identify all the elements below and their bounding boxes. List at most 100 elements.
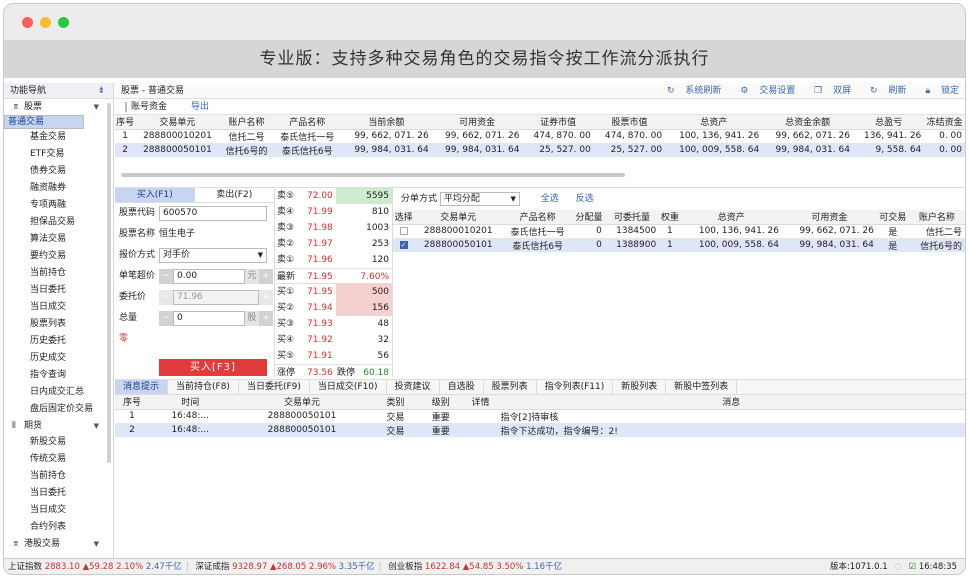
sidebar-item[interactable]: 日内成交汇总	[4, 384, 113, 401]
invert-select-button[interactable]: 反选	[576, 194, 594, 204]
column-header[interactable]: 消息	[497, 395, 965, 410]
single-minus-button[interactable]: −	[159, 269, 173, 284]
column-header[interactable]: 总资产	[680, 210, 783, 225]
sidebar-item[interactable]: 当日成交	[4, 502, 113, 519]
table-row[interactable]: 1 16:48:... 288800050101 交易 重要 指令[2]待审核	[115, 409, 965, 423]
minimize-window-button[interactable]	[40, 17, 51, 28]
sidebar-item[interactable]: 债券交易	[4, 163, 113, 180]
quote-mode-select[interactable]: 对手价 ▼	[159, 248, 267, 263]
select-all-button[interactable]: 全选	[541, 194, 559, 204]
pin-icon[interactable]: ⇟	[97, 83, 105, 99]
tab-bottom[interactable]: 自选股	[440, 380, 484, 394]
row-checkbox[interactable]	[399, 226, 408, 235]
column-header[interactable]: 可交易	[876, 210, 909, 225]
column-header[interactable]: 权重	[659, 210, 681, 225]
column-header[interactable]: 序号	[115, 395, 150, 410]
tab-bottom[interactable]: 当日成交(F10)	[310, 380, 387, 394]
column-header[interactable]: 可用资金	[431, 115, 523, 130]
tab-bottom[interactable]: 新股列表	[613, 380, 667, 394]
settings-button[interactable]: ⚙ 交易设置	[732, 86, 795, 96]
column-header[interactable]: 交易单元	[231, 395, 373, 410]
column-header[interactable]: 详情	[463, 395, 498, 410]
nav-group-stock[interactable]: ⌆ 股票 ▼	[4, 99, 113, 115]
dual-screen-button[interactable]: ❐ 双屏	[806, 86, 851, 96]
sidebar-item[interactable]: 基金交易	[4, 129, 113, 146]
account-table-scrollbar[interactable]	[121, 173, 625, 177]
tab-bottom[interactable]: 消息提示	[115, 380, 169, 394]
column-header[interactable]: 账户名称	[219, 115, 274, 130]
column-header[interactable]: 产品名称	[502, 210, 574, 225]
sidebar-item[interactable]: 当日成交	[4, 299, 113, 316]
column-header[interactable]: 当前余额	[341, 115, 432, 130]
sidebar-item[interactable]: 历史委托	[4, 333, 113, 350]
sidebar-item[interactable]: 盘后固定价交易	[4, 401, 113, 418]
column-header[interactable]: 总资金余额	[762, 115, 853, 130]
price-input[interactable]: 71.96	[173, 290, 259, 305]
column-header[interactable]: 总盈亏	[852, 115, 925, 130]
column-header[interactable]: 交易单元	[414, 210, 503, 225]
buy-button[interactable]: 买入[F3]	[159, 359, 267, 376]
column-header[interactable]: 时间	[149, 395, 232, 410]
zoom-window-button[interactable]	[58, 17, 69, 28]
stock-code-input[interactable]: 600570	[159, 206, 267, 221]
tab-bottom[interactable]: 当日委托(F9)	[239, 380, 310, 394]
sidebar-item[interactable]: ETF交易	[4, 146, 113, 163]
row-checkbox[interactable]: ✓	[399, 240, 408, 249]
sidebar-item[interactable]: 指令查询	[4, 367, 113, 384]
table-row[interactable]: 2 16:48:... 288800050101 交易 重要 指令下达成功，指令编号：2!	[115, 423, 965, 437]
tab-bottom[interactable]: 投资建议	[387, 380, 440, 394]
sidebar-item[interactable]: 担保品交易	[4, 214, 113, 231]
sidebar-scrollbar[interactable]	[107, 103, 111, 463]
sidebar-item[interactable]: 要约交易	[4, 248, 113, 265]
tab-sell[interactable]: 卖出(F2)	[195, 188, 275, 202]
sidebar-item[interactable]: 传统交易	[4, 451, 113, 468]
tab-account-fund[interactable]: 账号资金	[125, 102, 168, 112]
nav-group-hk[interactable]: ⌆ 港股交易 ▼	[4, 536, 113, 552]
column-header[interactable]: 类别	[372, 395, 419, 410]
column-header[interactable]: 证券市值	[522, 115, 594, 130]
column-header[interactable]: 可用资金	[782, 210, 877, 225]
tab-bottom[interactable]: 当前持仓(F8)	[168, 380, 239, 394]
column-header[interactable]: 序号	[115, 115, 136, 130]
single-plus-button[interactable]: +	[259, 269, 273, 284]
column-header[interactable]: 选择	[393, 210, 415, 225]
sidebar-item[interactable]: 合约列表	[4, 519, 113, 536]
nav-group-futures[interactable]: ⫴ 期货 ▼	[4, 418, 113, 434]
column-header[interactable]: 分配量	[573, 210, 605, 225]
sidebar-item[interactable]: 融资融券	[4, 180, 113, 197]
tab-bottom[interactable]: 新股中签列表	[666, 380, 738, 394]
price-minus-button[interactable]: −	[159, 290, 173, 305]
split-mode-select[interactable]: 平均分配 ▼	[439, 191, 520, 206]
checkbox-cell[interactable]	[393, 224, 414, 238]
sidebar-item[interactable]: 算法交易	[4, 231, 113, 248]
column-header[interactable]: 产品名称	[273, 115, 342, 130]
sidebar-item[interactable]: 股票列表	[4, 316, 113, 333]
column-header[interactable]: 可委托量	[604, 210, 660, 225]
column-header[interactable]: 总资产	[665, 115, 763, 130]
sidebar-item[interactable]: 当前持仓	[4, 265, 113, 282]
table-row[interactable]: 288800010201 泰氏信托一号 0 1384500 1 100, 136, 941…	[393, 224, 965, 238]
tab-bottom[interactable]: 股票列表	[484, 380, 537, 394]
sidebar-item[interactable]: 新股交易	[4, 434, 113, 451]
price-plus-button[interactable]: +	[259, 290, 273, 305]
table-row[interactable]: 1 288800010201 信托二号 泰氏信托一号 99, 662, 071. 26 9…	[115, 129, 965, 143]
quantity-input[interactable]: 0	[173, 311, 245, 326]
close-window-button[interactable]	[22, 17, 33, 28]
column-header[interactable]: 冻结资金	[924, 115, 965, 130]
sidebar-item[interactable]: 专项两融	[4, 197, 113, 214]
sidebar-item[interactable]: 当日委托	[4, 485, 113, 502]
sidebar-item[interactable]: 当前持仓	[4, 468, 113, 485]
table-row[interactable]: ✓ 288800050101 泰氏信托6号 0 1388900 1 100, 009, 55…	[393, 238, 965, 252]
sidebar-item[interactable]: 历史成交	[4, 350, 113, 367]
qty-plus-button[interactable]: +	[259, 311, 273, 326]
table-row[interactable]: 2 288800050101 信托6号的 泰氏信托6号 99, 984, 031. 64…	[115, 143, 965, 157]
checkbox-cell[interactable]: ✓	[393, 238, 415, 252]
refresh-button[interactable]: ↻ 刷新	[862, 86, 906, 96]
sidebar-item[interactable]: 当日委托	[4, 282, 113, 299]
column-header[interactable]: 股票市值	[593, 115, 666, 130]
tab-buy[interactable]: 买入(F1)	[115, 188, 195, 202]
export-button[interactable]: 导出	[191, 102, 209, 112]
lock-button[interactable]: 🔒︎ 锁定	[917, 86, 959, 96]
tab-bottom[interactable]: 指令列表(F11)	[537, 380, 614, 394]
column-header[interactable]: 级别	[418, 395, 464, 410]
